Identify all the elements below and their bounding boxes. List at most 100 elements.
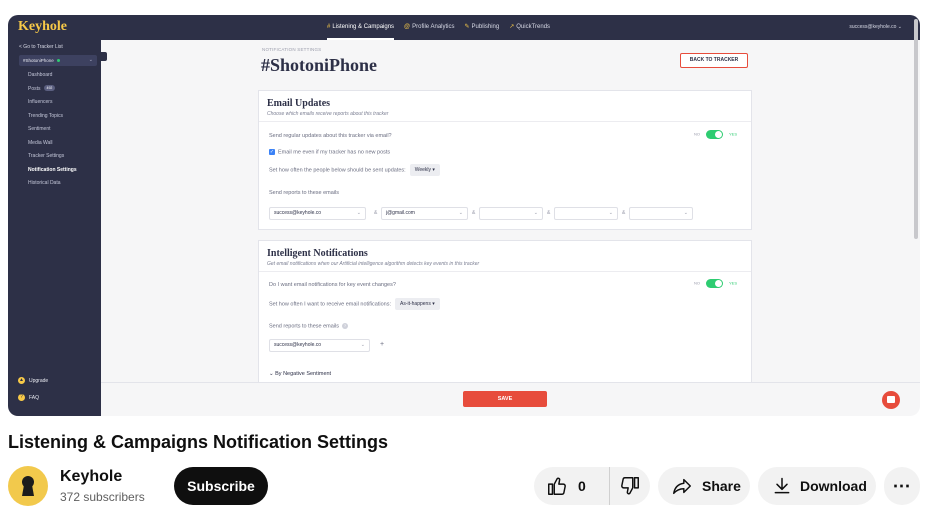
upgrade-label: Upgrade — [29, 377, 49, 384]
card-subtitle: Get email notifications when our Artific… — [267, 261, 480, 267]
add-email-button[interactable]: + — [380, 341, 384, 348]
upgrade-link[interactable]: ▲ Upgrade — [18, 377, 48, 384]
update-frequency-row: Set how often the people below should be… — [269, 164, 440, 176]
chevron-down-icon: ⌄ — [683, 210, 688, 216]
like-button[interactable]: 0 — [534, 467, 610, 505]
share-icon — [673, 478, 691, 495]
chevron-down-icon: ⌄ — [897, 24, 902, 30]
more-actions-button[interactable]: ⋯ — [884, 467, 920, 505]
at-icon: @ — [404, 24, 411, 30]
intelligent-notifications-card: Intelligent Notifications Get email noti… — [258, 240, 752, 383]
sidebar-item-posts[interactable]: Posts 492 — [28, 83, 77, 97]
email-value: success@keyhole.co — [274, 342, 322, 348]
posts-count-badge: 492 — [43, 85, 56, 92]
email-select-2[interactable]: j@gmail.com ⌄ — [381, 207, 468, 220]
card-header: Intelligent Notifications Get email noti… — [259, 241, 751, 272]
download-icon — [774, 477, 790, 494]
ampersand: & — [472, 210, 476, 216]
chevron-down-icon: ⌄ — [356, 210, 361, 216]
chevron-down-icon: ⌄ — [458, 210, 463, 216]
go-to-tracker-list-link[interactable]: < Go to Tracker List — [19, 44, 63, 50]
checkbox-checked-icon[interactable]: ✓ — [269, 149, 275, 155]
email-updates-card: Email Updates Choose which emails receiv… — [258, 90, 752, 230]
tab-listening-campaigns[interactable]: # Listening & Campaigns — [327, 15, 395, 40]
send-reports-row: Send reports to these emails? — [269, 323, 349, 330]
faq-link[interactable]: ? FAQ — [18, 394, 39, 401]
card-header: Email Updates Choose which emails receiv… — [259, 91, 751, 122]
ampersand: & — [374, 210, 378, 216]
no-new-posts-checkbox-row[interactable]: ✓ Email me even if my tracker has no new … — [269, 149, 390, 155]
tab-profile-analytics[interactable]: @ Profile Analytics — [404, 15, 454, 40]
faq-label: FAQ — [29, 394, 40, 401]
page-title: #ShotoniPhone — [261, 55, 378, 75]
key-events-toggle-group: NO YES — [694, 279, 737, 288]
question-icon: ? — [18, 394, 25, 401]
checkbox-label: Email me even if my tracker has no new p… — [278, 149, 391, 156]
email-value: success@keyhole.co — [274, 210, 322, 216]
chevron-down-icon: ⌄ — [88, 57, 93, 63]
tab-quicktrends[interactable]: ↗ QuickTrends — [509, 15, 550, 40]
send-reports-label: Send reports to these emails — [269, 190, 340, 196]
send-updates-question: Send regular updates about this tracker … — [269, 133, 392, 139]
sidebar-collapse-handle[interactable] — [101, 52, 107, 61]
frequency-label: Set how often the people below should be… — [269, 167, 406, 174]
email-select-3[interactable]: ⌄ — [479, 207, 543, 220]
top-nav: # Listening & Campaigns @ Profile Analytic… — [101, 15, 920, 40]
frequency-select[interactable]: As-it-happens ▾ — [394, 298, 440, 310]
scrollbar[interactable] — [914, 19, 918, 239]
pencil-icon: ✎ — [464, 24, 470, 30]
card-subtitle: Choose which emails receive reports abou… — [267, 111, 389, 117]
upgrade-icon: ▲ — [18, 377, 25, 384]
sidebar-item-trending-topics[interactable]: Trending Topics — [28, 110, 77, 124]
frequency-label: Set how often I want to receive email no… — [269, 301, 391, 308]
subscribe-button[interactable]: Subscribe — [174, 467, 268, 505]
send-updates-toggle-group: NO YES — [694, 130, 737, 139]
channel-avatar[interactable] — [8, 466, 48, 506]
email-select-5[interactable]: ⌄ — [629, 207, 693, 220]
by-negative-sentiment-toggle[interactable]: ⌄ By Negative Sentiment — [269, 371, 331, 377]
key-events-toggle[interactable] — [705, 279, 723, 288]
tab-label: Profile Analytics — [412, 24, 455, 30]
video-player[interactable]: Keyhole < Go to Tracker List #ShotoniPho… — [8, 15, 920, 416]
sidebar-item-notification-settings[interactable]: Notification Settings — [28, 164, 77, 178]
send-updates-toggle[interactable] — [705, 130, 723, 139]
hashtag-icon: # — [327, 24, 331, 30]
sidebar: Keyhole < Go to Tracker List #ShotoniPho… — [8, 15, 101, 416]
top-tabs: # Listening & Campaigns @ Profile Analytic… — [327, 15, 550, 40]
sidebar-item-historical-data[interactable]: Historical Data — [28, 177, 77, 191]
tab-label: QuickTrends — [516, 24, 551, 30]
notification-frequency-row: Set how often I want to receive email no… — [269, 298, 440, 310]
sidebar-item-sentiment[interactable]: Sentiment — [28, 123, 77, 137]
ampersand: & — [547, 210, 551, 216]
help-icon[interactable]: ? — [342, 323, 349, 329]
email-select-1[interactable]: success@keyhole.co ⌄ — [269, 339, 370, 352]
tab-label: Listening & Campaigns — [332, 24, 395, 30]
save-button[interactable]: SAVE — [463, 391, 547, 407]
more-icon: ⋯ — [892, 475, 912, 496]
toggle-yes-label: YES — [728, 131, 737, 137]
channel-name[interactable]: Keyhole — [60, 468, 122, 486]
sidebar-item-label: Posts — [28, 85, 41, 92]
video-title: Listening & Campaigns Notification Setti… — [8, 432, 389, 452]
chat-icon[interactable] — [882, 391, 900, 409]
sidebar-item-tracker-settings[interactable]: Tracker Settings — [28, 150, 77, 164]
email-select-1[interactable]: success@keyhole.co ⌄ — [269, 207, 366, 220]
tab-publishing[interactable]: ✎ Publishing — [465, 15, 500, 40]
frequency-select[interactable]: Weekly ▾ — [409, 164, 440, 176]
send-reports-label: Send reports to these emails — [269, 323, 340, 330]
account-menu[interactable]: success@keyhole.co ⌄ — [849, 15, 902, 40]
share-button[interactable]: Share — [658, 467, 750, 505]
download-label: Download — [800, 478, 867, 494]
sidebar-item-media-wall[interactable]: Media Wall — [28, 137, 77, 151]
sidebar-item-influencers[interactable]: Influencers — [28, 96, 77, 110]
share-label: Share — [702, 478, 741, 494]
toggle-no-label: NO — [693, 280, 700, 286]
tracker-select[interactable]: #ShotoniPhone ⌄ — [19, 55, 97, 66]
download-button[interactable]: Download — [758, 467, 876, 505]
back-to-tracker-button[interactable]: BACK TO TRACKER — [680, 53, 748, 68]
card-title: Email Updates — [267, 98, 331, 109]
dislike-button[interactable] — [610, 475, 650, 497]
section-label: By Negative Sentiment — [275, 371, 332, 377]
email-select-4[interactable]: ⌄ — [554, 207, 618, 220]
sidebar-item-dashboard[interactable]: Dashboard — [28, 69, 77, 83]
